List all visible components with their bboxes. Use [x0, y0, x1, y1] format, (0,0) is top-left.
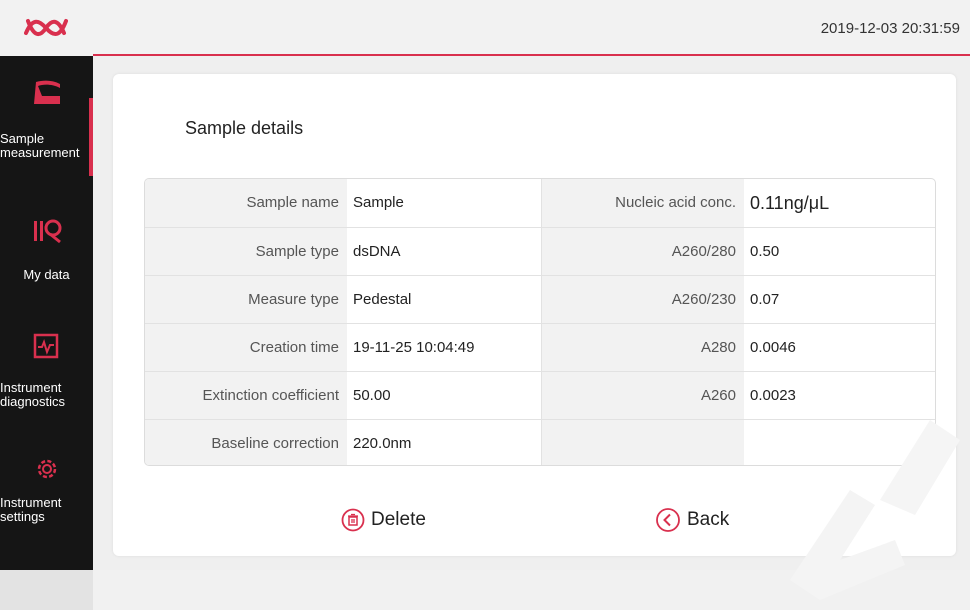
my-data-icon	[34, 219, 62, 244]
page-title: Sample details	[185, 118, 304, 138]
trash-icon	[341, 508, 365, 532]
logo	[0, 0, 93, 56]
field-value: Sample	[353, 194, 404, 211]
sample-details-panel: Sample details Sample name Sample Nuclei…	[113, 74, 956, 556]
sidebar-item-label: Sample measurement	[0, 131, 80, 160]
field-value: 0.0046	[750, 339, 796, 356]
field-value: 220.0nm	[353, 435, 412, 452]
sidebar-item-sample-measurement[interactable]: Sample measurement	[0, 56, 93, 186]
field-value: 0.07	[750, 291, 780, 308]
field-label: A280	[541, 324, 744, 372]
field-value: 50.00	[353, 387, 391, 404]
table-row: Measure type Pedestal A260/230 0.07	[145, 275, 935, 324]
field-label: A260/230	[541, 276, 744, 324]
field-label: A260/280	[541, 228, 744, 276]
field-label: Sample type	[145, 228, 347, 276]
diagnostics-icon	[33, 333, 59, 359]
sidebar-item-instrument-diagnostics[interactable]: Instrument diagnostics	[0, 321, 93, 421]
details-table: Sample name Sample Nucleic acid conc. 0.…	[144, 178, 936, 466]
field-value: 0.50	[750, 243, 780, 260]
delete-button-label: Delete	[371, 509, 426, 530]
sidebar-item-label: Instrument settings	[0, 495, 62, 524]
delete-button[interactable]: Delete	[341, 505, 426, 535]
table-row: Sample name Sample Nucleic acid conc. 0.…	[145, 179, 935, 227]
sidebar-item-label: Instrument diagnostics	[0, 380, 66, 409]
sidebar-item-instrument-settings[interactable]: Instrument settings	[0, 446, 93, 546]
field-value: dsDNA	[353, 243, 401, 260]
table-row: Sample type dsDNA A260/280 0.50	[145, 227, 935, 276]
datetime-display: 2019-12-03 20:31:59	[820, 20, 960, 37]
bottom-strip	[0, 570, 970, 610]
field-value: 19-11-25 10:04:49	[353, 339, 475, 356]
field-label: Creation time	[145, 324, 347, 372]
field-value	[744, 420, 935, 465]
top-bar: 2019-12-03 20:31:59	[0, 0, 970, 56]
brand-logo-icon	[24, 19, 68, 36]
back-button[interactable]: Back	[655, 505, 729, 535]
field-label: Extinction coefficient	[145, 372, 347, 420]
table-row: Extinction coefficient 50.00 A260 0.0023	[145, 371, 935, 420]
gear-icon	[37, 459, 57, 479]
sample-measurement-icon	[34, 80, 60, 104]
sidebar-item-my-data[interactable]: My data	[0, 206, 93, 286]
field-value: 0.11ng/μL	[750, 193, 830, 213]
field-label: Sample name	[145, 179, 347, 227]
back-chevron-icon	[656, 508, 680, 532]
field-value: Pedestal	[353, 291, 412, 308]
field-label: Nucleic acid conc.	[541, 179, 744, 227]
sidebar: Sample measurement My data Instrument di…	[0, 56, 93, 570]
table-row: Creation time 19-11-25 10:04:49 A280 0.0…	[145, 323, 935, 372]
table-row: Baseline correction 220.0nm	[145, 419, 935, 465]
sidebar-item-label: My data	[23, 267, 70, 282]
field-label: Measure type	[145, 276, 347, 324]
back-button-label: Back	[687, 509, 730, 530]
field-label: Baseline correction	[145, 420, 347, 465]
field-label: A260	[541, 372, 744, 420]
field-value: 0.0023	[750, 387, 796, 404]
bottom-strip-sidebar	[0, 570, 93, 610]
field-label	[541, 420, 744, 465]
